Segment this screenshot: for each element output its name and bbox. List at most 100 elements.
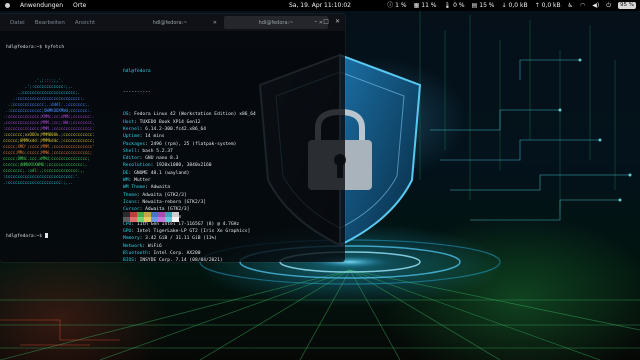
shell-prompt[interactable]: hdl@fedora:~$	[6, 233, 48, 240]
info-row: Uptime: 14 mins	[123, 134, 165, 140]
terminal-window[interactable]: Datei Bearbeiten Ansicht hdl@fedora:~ ✕ …	[0, 14, 345, 262]
thermometer-icon: 🌡	[443, 1, 452, 9]
tab-terminal-2[interactable]: hdl@fedora:~ ✕	[224, 16, 328, 29]
info-value: 2496 (rpm), 25 (flatpak-system)	[150, 141, 237, 147]
info-value: 3.42 GiB / 31.11 GiB (11%)	[145, 236, 218, 242]
info-value: Fedora Linux 42 (Workstation Edition) x8…	[134, 112, 256, 118]
info-row: Kernel: 6.14.2-300.fc42.x86_64	[123, 126, 207, 132]
info-key: Host	[123, 119, 135, 125]
logo-line: .:cccccccccccccccccccccccccc:.	[12, 96, 85, 101]
info-value: TUXEDO Book XP14 Gen12	[139, 119, 201, 125]
info-value: Mutter	[134, 178, 151, 184]
user-host: hdl@fedora	[123, 68, 151, 74]
minimize-icon[interactable]: –	[314, 18, 317, 26]
tray-temperature[interactable]: 🌡 0 %	[444, 2, 465, 9]
accessibility-icon[interactable]: ♿	[568, 2, 573, 9]
info-key: Packages	[123, 141, 146, 147]
logo-line: .:ccccccccccccc;KMMc;cc;xMMc;ccccccc:.	[3, 114, 95, 119]
info-key: Memory	[123, 236, 140, 242]
menu-view[interactable]: Ansicht	[75, 20, 95, 26]
menu-edit[interactable]: Bearbeiten	[35, 20, 65, 26]
applications-menu[interactable]: Anwendungen	[20, 2, 63, 9]
power-icon[interactable]: ⏻	[606, 2, 611, 9]
info-value: Intel Corp. AX200	[153, 251, 201, 257]
logo-line: ccccc;MMo;ccccc;MMW.;ccccccccccccccc;	[3, 150, 93, 155]
maximize-icon[interactable]: □	[323, 18, 329, 26]
info-key: Icons	[123, 199, 137, 205]
separator-line: ----------	[123, 90, 151, 96]
logo-line: .',;::::;,'.	[34, 78, 64, 83]
info-value: GNOME 48.1 (wayland)	[134, 170, 190, 176]
wifi-icon[interactable]: ◠	[580, 2, 585, 9]
info-value: Adwaita [GTK2/3]	[142, 192, 187, 198]
info-row: Network: WiFi6	[123, 243, 162, 249]
info-row: BIOS: INSYDE Corp. 7.14 (08/04/2021)	[123, 258, 223, 262]
info-row: Memory: 3.42 GiB / 31.11 GiB (11%)	[123, 236, 218, 242]
tray-notifications[interactable]: ⓘ 1 %	[387, 2, 406, 9]
info-key: Editor	[123, 156, 140, 162]
color-swatch	[158, 217, 165, 222]
places-menu[interactable]: Orte	[73, 2, 86, 9]
logo-line: cccccc;dNMWXXXWM0:;cccccccccccccc:,	[3, 162, 88, 167]
info-value: Intel TigerLake-LP GT2 [Iris Xe Graphics…	[136, 229, 251, 235]
tray-cpu[interactable]: ▦ 11 %	[414, 2, 437, 9]
top-bar: Anwendungen Orte Sa, 19. Apr 11:10:02 ⓘ …	[0, 0, 640, 11]
info-row: DE: GNOME 48.1 (wayland)	[123, 170, 190, 176]
tab-terminal-1[interactable]: hdl@fedora:~ ✕	[118, 16, 222, 29]
terminal-pane-right[interactable]: hdl@fedora ---------- OS: Fedora Linux 4…	[118, 31, 345, 262]
logo-line: cccccc;0MMKxdd:;MMMkddc.;cccccccccccc;	[3, 138, 95, 143]
info-key: Theme	[123, 192, 137, 198]
info-value: WiFi6	[147, 243, 162, 249]
workspace-indicator-icon[interactable]	[5, 3, 10, 8]
battery-indicator[interactable]: 95 %	[618, 2, 636, 9]
info-value: 1920x1080, 3840x2160	[156, 163, 212, 169]
color-swatch	[144, 217, 151, 222]
logo-line: ccccc;XMO';cccc;MMM.;cccccccccccccccc'	[3, 144, 95, 149]
tab-close-icon[interactable]: ✕	[213, 20, 217, 26]
info-icon: ⓘ	[387, 1, 394, 9]
logo-line: .;cccccccccccccccccccccc;.	[17, 90, 81, 95]
info-value: Newaita-reborn [GTK2/3]	[142, 199, 207, 205]
info-row: Icons: Newaita-reborn [GTK2/3]	[123, 199, 207, 205]
info-value: GNU nano 8.3	[145, 156, 179, 162]
terminal-headerbar[interactable]: Datei Bearbeiten Ansicht hdl@fedora:~ ✕ …	[0, 14, 345, 31]
logo-line: .:ccccccccccccc;OWMKOOXMWd;ccccccc:.	[5, 108, 93, 113]
info-row: GPU: Intel TigerLake-LP GT2 [Iris Xe Gra…	[123, 229, 251, 235]
color-swatch	[172, 217, 179, 222]
menu-file[interactable]: Datei	[10, 20, 25, 26]
logo-line: :cccccccccccccc;MMM.;cccccccccccccccc:	[3, 126, 95, 131]
info-key: WM Theme	[123, 185, 146, 191]
info-row: Bluetooth: Intel Corp. AX200	[123, 251, 201, 257]
clock[interactable]: Sa, 19. Apr 11:10:02	[289, 2, 351, 9]
info-key: Bluetooth	[123, 251, 148, 257]
color-swatch	[151, 217, 158, 222]
info-value: Adwaita	[150, 185, 171, 191]
fastfetch-output: hdl@fedora ---------- OS: Fedora Linux 4…	[123, 53, 256, 262]
info-value: INSYDE Corp. 7.14 (08/04/2021)	[139, 258, 223, 262]
tray-network-up[interactable]: ↑ 0,0 kB	[535, 2, 561, 9]
color-swatch	[165, 217, 172, 222]
info-row: Host: TUXEDO Book XP14 Gen12	[123, 119, 201, 125]
info-key: Resolution	[123, 163, 151, 169]
color-swatch	[137, 217, 144, 222]
terminal-pane-left[interactable]: hdl@fedora:~$ hyfetch .',;::::;,'. .';:c…	[0, 31, 118, 262]
memory-icon: ▤	[471, 1, 478, 9]
tray-memory[interactable]: ▤ 15 %	[472, 2, 495, 9]
volume-icon[interactable]: ◀)	[592, 2, 599, 9]
logo-line: .:cccccccccccccccccccccc:;,..	[3, 180, 73, 185]
info-row: Editor: GNU nano 8.3	[123, 156, 179, 162]
info-key: Uptime	[123, 134, 140, 140]
tray-network-down[interactable]: ↓ 0,0 kB	[502, 2, 528, 9]
upload-arrow-icon: ↑	[534, 1, 540, 9]
close-icon[interactable]: ✕	[335, 18, 340, 26]
info-row: Shell: bash 5.2.37	[123, 148, 173, 154]
logo-line: ccccc;0MNc.ccc.xMMd;ccccccccccccccc;	[3, 156, 90, 161]
logo-line: :ccccccc;oxOOOo;MMM000k.;cccccccccccc:	[3, 132, 95, 137]
color-swatch	[123, 217, 130, 222]
system-info-list: OS: Fedora Linux 42 (Workstation Edition…	[123, 111, 256, 262]
text-cursor	[44, 233, 48, 238]
info-value: 14 mins	[145, 134, 165, 140]
system-tray: ⓘ 1 % ▦ 11 % 🌡 0 % ▤ 15 % ↓ 0,0 kB ↑ 0,0…	[387, 0, 636, 11]
logo-line: .';:cccccccccccc:;,.	[24, 84, 73, 89]
info-key: Kernel	[123, 126, 140, 132]
